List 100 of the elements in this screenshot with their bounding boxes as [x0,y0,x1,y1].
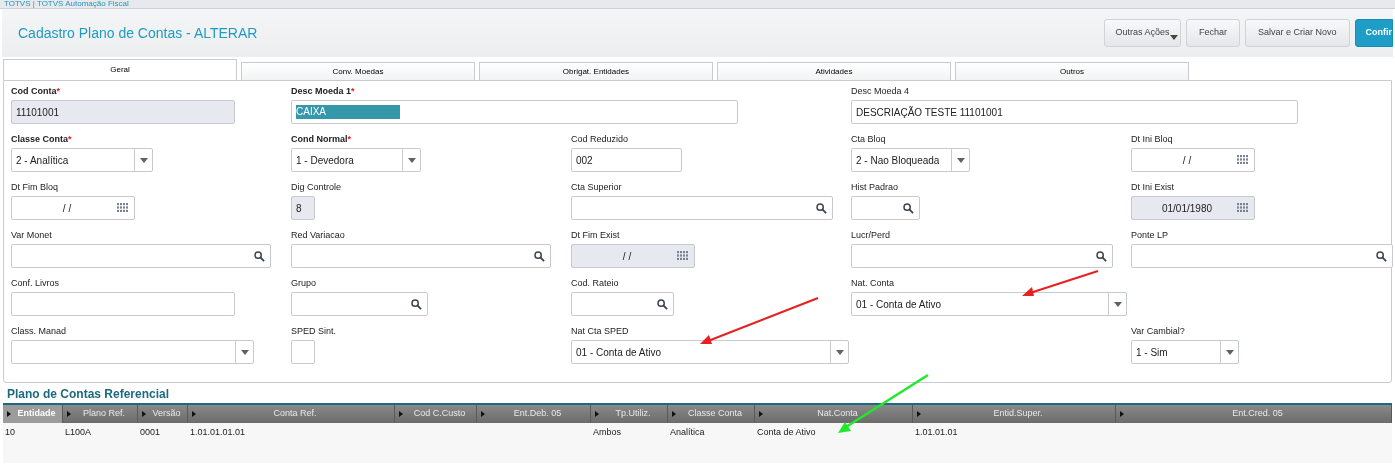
field-label: Dt Ini Exist [1131,182,1174,193]
table-cell: L100A [65,427,92,438]
caret-icon [139,157,148,163]
required-asterisk: * [351,86,355,97]
column-header[interactable]: Ent.Deb. 05 [477,405,591,423]
lookup-field[interactable] [291,292,428,316]
column-header[interactable]: Versão [138,405,188,423]
calendar-icon[interactable] [117,203,129,213]
triangle-icon [192,411,196,417]
table-cell: Ambos [593,427,621,438]
toolbar-button[interactable]: Fechar [1185,19,1240,47]
required-asterisk: * [68,134,72,145]
search-icon[interactable] [254,250,265,262]
triangle-icon [672,411,676,417]
calendar-icon[interactable] [1237,155,1249,165]
triangle-icon [1120,411,1124,417]
text-field[interactable]: 002 [571,148,682,172]
triangle-icon [759,411,763,417]
table-cell: Analítica [670,427,705,438]
triangle-icon [595,411,599,417]
toolbar-button[interactable]: Outras Ações [1103,19,1181,47]
field-label: Dt Fim Exist [571,230,620,241]
field-label: Nat. Conta [851,278,895,289]
triangle-icon [142,411,146,417]
column-header[interactable]: Conta Ref. [188,405,395,423]
triangle-icon [7,411,11,417]
search-icon[interactable] [657,298,668,310]
date-field[interactable]: / / [1131,148,1255,172]
field-label: Dig Controle [291,182,342,193]
field-label: Red Variacao [291,230,345,241]
search-icon[interactable] [1096,250,1107,262]
caret-icon [240,349,249,355]
search-icon[interactable] [1376,250,1387,262]
column-header[interactable]: Tp.Utiliz. [591,405,668,423]
field-label: Cond Normal [291,134,348,145]
required-asterisk: * [347,134,352,145]
field-label: Cta Superior [571,182,622,193]
app-title: TOTVS | TOTVS Automação Fiscal [4,0,129,8]
field-label: Class. Manad [11,326,67,337]
select-field[interactable]: 1 - Sim [1131,340,1239,364]
table-cell: 1.01.01.01 [915,427,958,438]
select-field[interactable]: 01 - Conta de Ativo [851,292,1127,316]
field-label: Cod Conta [11,86,57,97]
triangle-icon [917,411,921,417]
triangle-icon [67,411,71,417]
field-label: Ponte LP [1131,230,1169,241]
lookup-field[interactable] [11,244,271,268]
tab[interactable]: Outros [955,62,1189,80]
column-header[interactable]: Ent.Cred. 05 [1116,405,1392,423]
table-cell: 0001 [140,427,161,438]
field-label: Cta Bloq [851,134,886,145]
lookup-field[interactable] [571,292,674,316]
field-label: SPED Sint. [291,326,337,337]
tab[interactable]: Conv. Moedas [241,62,475,80]
field-label: Desc Moeda 4 [851,86,910,97]
caret-icon [407,157,416,163]
table-cell: 1.01.01.01.01 [190,427,246,438]
caret-icon [956,157,965,163]
lookup-field[interactable] [851,244,1113,268]
search-icon[interactable] [411,298,422,310]
select-field[interactable]: 2 - Nao Bloqueada [851,148,970,172]
date-field[interactable]: / / [11,196,135,220]
lookup-field[interactable] [291,244,551,268]
field-label: Var Monet [11,230,52,241]
field-label: Classe Conta [11,134,69,145]
caret-icon [1169,35,1178,40]
tab[interactable]: Atividades [717,62,951,80]
text-field[interactable] [11,292,235,316]
text-field[interactable]: DESCRIAÇÃO TESTE 11101001 [851,100,1298,124]
select-field[interactable]: 1 - Devedora [291,148,421,172]
triangle-icon [481,411,485,417]
select-field[interactable]: 2 - Analítica [11,148,153,172]
checkbox[interactable] [291,340,315,364]
column-header[interactable]: Classe Conta [668,405,755,423]
search-icon[interactable] [903,202,914,214]
search-icon[interactable] [816,202,827,214]
field-label: Nat Cta SPED [571,326,629,337]
toolbar-button[interactable]: Salvar e Criar Novo [1244,19,1350,47]
triangle-icon [399,411,403,417]
field-label: Cod Reduzido [571,134,629,145]
column-header[interactable]: Cod C.Custo [395,405,477,423]
tab[interactable]: Obrigat. Entidades [479,62,713,80]
column-header[interactable]: Entid.Super. [913,405,1116,423]
table-cell: 10 [5,427,15,438]
caret-icon [1113,301,1122,307]
lookup-field[interactable] [1131,244,1393,268]
tab[interactable]: Geral [3,59,237,80]
lookup-field[interactable] [851,196,920,220]
page-title: Cadastro Plano de Contas - ALTERAR [18,23,258,43]
column-header[interactable]: Plano Ref. [63,405,138,423]
lookup-field[interactable] [571,196,833,220]
field-label: Conf. Livros [11,278,60,289]
select-field[interactable]: 01 - Conta de Ativo [571,340,849,364]
search-icon[interactable] [534,250,545,262]
column-header[interactable]: Nat.Conta [755,405,913,423]
field-label: Cod. Rateio [571,278,619,289]
required-asterisk: * [56,86,60,97]
field-label: Dt Ini Bloq [1131,134,1173,145]
select-field[interactable] [11,340,254,364]
field-label: Hist Padrao [851,182,899,193]
